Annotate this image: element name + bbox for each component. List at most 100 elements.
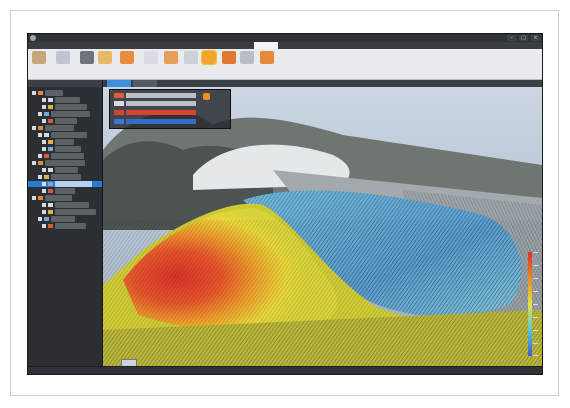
volume-icon[interactable] (164, 51, 178, 64)
visibility-checkbox[interactable] (32, 161, 36, 165)
tree-item-label (51, 153, 84, 159)
ribbon-toolbar (28, 49, 542, 80)
visibility-checkbox[interactable] (42, 189, 46, 193)
settings-gear-icon[interactable] (203, 93, 210, 100)
tree-item-label (51, 132, 87, 138)
visibility-checkbox[interactable] (42, 168, 46, 172)
tree-item[interactable] (28, 111, 102, 117)
layer-icon[interactable] (240, 51, 254, 64)
layer-icon (48, 189, 53, 193)
tree-item[interactable] (28, 195, 102, 201)
overlay-row-4 (112, 119, 222, 124)
layer-icon (38, 196, 43, 200)
survey-station-icon (121, 359, 137, 366)
layer-icon (48, 98, 53, 102)
visibility-checkbox[interactable] (42, 119, 46, 123)
tab-view-2[interactable] (133, 80, 157, 87)
visibility-checkbox[interactable] (42, 98, 46, 102)
tree-item[interactable] (28, 118, 102, 124)
application-window: – □ × (28, 34, 542, 374)
points-icon[interactable] (80, 51, 94, 64)
tree-item-label (45, 90, 63, 96)
tree-item[interactable] (28, 223, 102, 229)
tree-item[interactable] (28, 90, 102, 96)
visibility-checkbox[interactable] (42, 147, 46, 151)
tree-item-label (55, 104, 87, 110)
visibility-checkbox[interactable] (42, 210, 46, 214)
legend-tick (533, 317, 538, 318)
arrow-icon[interactable] (56, 51, 70, 64)
overlay-value-bar (126, 110, 196, 115)
tree-item-label (55, 118, 77, 124)
overlay-value-bar (126, 93, 196, 98)
mesh-icon[interactable] (144, 51, 158, 64)
close-button[interactable]: × (531, 35, 540, 41)
tree-item-label (45, 195, 72, 201)
tree-item[interactable] (28, 209, 102, 215)
tree-item[interactable] (28, 97, 102, 103)
settings-icon[interactable] (260, 51, 274, 64)
highlight-icon[interactable] (201, 50, 217, 65)
visibility-checkbox[interactable] (42, 140, 46, 144)
layer-icon (48, 105, 53, 109)
layer-icon (38, 161, 43, 165)
tree-item[interactable] (28, 167, 102, 173)
visibility-checkbox[interactable] (32, 196, 36, 200)
window-controls: – □ × (507, 34, 540, 41)
row-marker-icon (114, 110, 124, 115)
visibility-checkbox[interactable] (32, 91, 36, 95)
section-icon[interactable] (120, 51, 134, 64)
visibility-checkbox[interactable] (38, 175, 42, 179)
tree-item[interactable] (28, 181, 102, 187)
visibility-checkbox[interactable] (38, 112, 42, 116)
tree-item[interactable] (28, 153, 102, 159)
visibility-checkbox[interactable] (42, 224, 46, 228)
measure-icon[interactable] (98, 51, 112, 64)
export-icon[interactable] (222, 51, 236, 64)
visibility-checkbox[interactable] (32, 126, 36, 130)
elevation-color-legend (528, 252, 532, 356)
tree-item-label (55, 209, 96, 215)
overlay-value-bar (126, 101, 196, 106)
tree-item-label (51, 174, 81, 180)
tree-item-label (55, 202, 89, 208)
minimize-button[interactable]: – (507, 35, 516, 41)
visibility-checkbox[interactable] (42, 182, 46, 186)
tree-item[interactable] (28, 139, 102, 145)
tree-item[interactable] (28, 104, 102, 110)
visibility-checkbox[interactable] (42, 203, 46, 207)
3d-viewport[interactable] (103, 80, 542, 366)
grid-icon[interactable] (184, 51, 198, 64)
tree-item[interactable] (28, 202, 102, 208)
layer-icon (48, 168, 53, 172)
legend-tick (533, 330, 538, 331)
tree-item[interactable] (28, 188, 102, 194)
tab-view-1[interactable] (107, 80, 131, 87)
visibility-checkbox[interactable] (38, 217, 42, 221)
overlay-row-2 (112, 101, 222, 106)
visibility-checkbox[interactable] (42, 105, 46, 109)
project-tree-panel (28, 80, 103, 366)
tree-item[interactable] (28, 160, 102, 166)
tree-item[interactable] (28, 125, 102, 131)
visibility-checkbox[interactable] (38, 154, 42, 158)
folder-icon[interactable] (32, 51, 46, 64)
tree-item-label (55, 97, 80, 103)
tree-item[interactable] (28, 132, 102, 138)
visibility-checkbox[interactable] (38, 133, 42, 137)
tree-item-label (55, 167, 78, 173)
tree-item[interactable] (28, 146, 102, 152)
tree-item-label (51, 111, 90, 117)
legend-tick (533, 265, 538, 266)
layer-icon (44, 112, 49, 116)
menu-item-active[interactable] (254, 42, 278, 49)
tree-item[interactable] (28, 174, 102, 180)
measurement-overlay (109, 89, 231, 129)
tree-item-label (55, 223, 86, 229)
maximize-button[interactable]: □ (519, 35, 528, 41)
menu-bar (28, 42, 542, 49)
overlay-value-bar (126, 119, 196, 124)
viewport-tab-bar (103, 80, 542, 87)
legend-tick (533, 278, 538, 279)
tree-item[interactable] (28, 216, 102, 222)
